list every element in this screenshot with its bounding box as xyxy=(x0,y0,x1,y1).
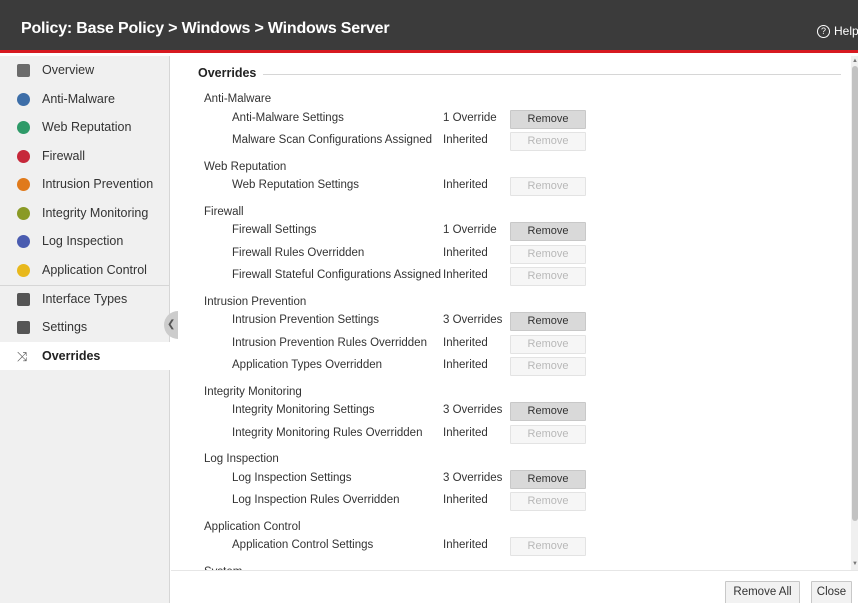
section-title: Overrides xyxy=(198,66,257,80)
scrollbar-thumb[interactable] xyxy=(852,66,858,521)
group-label: Anti-Malware xyxy=(204,93,272,105)
sidebar-item-integrity-monitoring[interactable]: Integrity Monitoring xyxy=(0,199,170,227)
sidebar-item-web-reputation[interactable]: Web Reputation xyxy=(0,113,170,141)
override-status: Inherited xyxy=(443,359,488,371)
sidebar-item-intrusion-prevention[interactable]: Intrusion Prevention xyxy=(0,170,170,198)
sidebar-item-overview[interactable]: Overview xyxy=(0,56,170,84)
remove-override-button[interactable]: Remove xyxy=(510,357,586,376)
remove-override-button[interactable]: Remove xyxy=(510,312,586,331)
override-status: Inherited xyxy=(443,269,488,281)
help-label: Help xyxy=(834,24,858,38)
override-status: 3 Overrides xyxy=(443,471,503,484)
remove-override-button[interactable]: Remove xyxy=(510,132,586,151)
sidebar-item-label: Firewall xyxy=(42,149,86,163)
firewall-icon xyxy=(17,149,30,163)
override-setting-label: Anti-Malware Settings xyxy=(232,111,344,124)
scroll-down-arrow-icon[interactable]: ▼ xyxy=(852,561,858,567)
override-status: Inherited xyxy=(443,426,488,439)
override-setting-label: Integrity Monitoring Settings xyxy=(232,404,375,416)
override-setting-label: Firewall Settings xyxy=(232,224,317,236)
group-label: Web Reputation xyxy=(204,160,287,173)
footer-bar: Remove All Close xyxy=(171,570,858,603)
sidebar-item-label: Application Control xyxy=(42,263,147,277)
sidebar-item-application-control[interactable]: Application Control xyxy=(0,256,170,284)
overrides-panel: Overrides Anti-Malware Anti-Malware Setti… xyxy=(177,56,849,570)
anti-malware-icon xyxy=(17,92,30,106)
overview-icon xyxy=(17,63,30,77)
remove-override-button[interactable]: Remove xyxy=(510,244,586,264)
remove-override-button[interactable]: Remove xyxy=(510,109,586,129)
override-status: Inherited xyxy=(443,246,488,259)
sidebar-item-label: Anti-Malware xyxy=(42,92,115,106)
help-icon: ? xyxy=(817,24,830,38)
integrity-monitoring-icon xyxy=(17,206,30,220)
override-status: 3 Overrides xyxy=(443,404,503,416)
interface-types-icon xyxy=(17,292,30,306)
group-label: Application Control xyxy=(204,520,301,533)
override-status: 1 Override xyxy=(443,111,497,124)
sidebar-item-label: Intrusion Prevention xyxy=(42,177,154,191)
override-status: Inherited xyxy=(443,336,488,349)
sidebar-item-label: Overview xyxy=(42,63,95,77)
remove-override-button[interactable]: Remove xyxy=(510,424,586,444)
sidebar-item-interface-types[interactable]: Interface Types xyxy=(0,285,170,313)
web-reputation-icon xyxy=(17,120,30,134)
sidebar-item-label: Web Reputation xyxy=(42,120,132,134)
remove-all-button[interactable]: Remove All xyxy=(725,581,800,603)
override-setting-label: Intrusion Prevention Rules Overridden xyxy=(232,336,427,349)
log-inspection-icon xyxy=(17,234,30,248)
remove-override-button[interactable]: Remove xyxy=(510,469,586,489)
override-setting-label: Malware Scan Configurations Assigned xyxy=(232,134,433,146)
override-setting-label: Integrity Monitoring Rules Overridden xyxy=(232,426,423,439)
settings-gear-icon xyxy=(17,320,30,334)
overrides-icon: ⤨ xyxy=(17,348,28,364)
sidebar-item-log-inspection[interactable]: Log Inspection xyxy=(0,227,170,255)
override-setting-label: Application Types Overridden xyxy=(232,359,383,371)
override-status: Inherited xyxy=(443,494,488,506)
group-label: Firewall xyxy=(204,205,244,218)
override-status: 1 Override xyxy=(443,224,497,236)
remove-override-button[interactable]: Remove xyxy=(510,267,586,286)
override-setting-label: Intrusion Prevention Settings xyxy=(232,314,380,326)
application-control-icon xyxy=(17,263,30,277)
sidebar-item-label: Integrity Monitoring xyxy=(42,206,149,220)
sidebar-item-label: Log Inspection xyxy=(42,234,124,248)
override-setting-label: Log Inspection Rules Overridden xyxy=(232,494,400,506)
remove-override-button[interactable]: Remove xyxy=(510,222,586,241)
section-divider xyxy=(263,74,841,75)
sidebar-item-overrides[interactable]: ⤨ Overrides xyxy=(0,342,170,370)
sidebar-item-anti-malware[interactable]: Anti-Malware xyxy=(0,85,170,113)
title-bar: Policy: Base Policy > Windows > Windows … xyxy=(0,0,858,53)
override-setting-label: Firewall Rules Overridden xyxy=(232,246,365,259)
page-title: Policy: Base Policy > Windows > Windows … xyxy=(21,20,390,37)
remove-override-button[interactable]: Remove xyxy=(510,177,586,196)
sidebar-item-firewall[interactable]: Firewall xyxy=(0,142,170,170)
sidebar: Overview Anti-Malware Web Reputation Firewa… xyxy=(0,56,170,603)
sidebar-item-label: Settings xyxy=(42,320,88,334)
override-setting-label: Firewall Stateful Configurations Assigne… xyxy=(232,269,442,281)
remove-override-button[interactable]: Remove xyxy=(510,402,586,421)
sidebar-item-label: Interface Types xyxy=(42,292,128,306)
group-label: Integrity Monitoring xyxy=(204,385,302,398)
group-label: Intrusion Prevention xyxy=(204,295,307,308)
override-setting-label: Log Inspection Settings xyxy=(232,471,352,484)
override-setting-label: Web Reputation Settings xyxy=(232,179,360,191)
override-status: Inherited xyxy=(443,179,488,191)
help-link[interactable]: ? Help xyxy=(817,24,858,38)
close-button[interactable]: Close xyxy=(811,581,852,603)
override-status: 3 Overrides xyxy=(443,314,503,326)
intrusion-prevention-icon xyxy=(17,177,30,191)
override-status: Inherited xyxy=(443,539,488,551)
override-status: Inherited xyxy=(443,134,488,146)
sidebar-item-label: Overrides xyxy=(42,349,101,363)
remove-override-button[interactable]: Remove xyxy=(510,492,586,511)
remove-override-button[interactable]: Remove xyxy=(510,537,586,556)
group-label: Log Inspection xyxy=(204,453,279,465)
sidebar-item-settings[interactable]: Settings xyxy=(0,313,170,341)
scroll-up-arrow-icon[interactable]: ▲ xyxy=(852,58,858,64)
remove-override-button[interactable]: Remove xyxy=(510,334,586,354)
override-setting-label: Application Control Settings xyxy=(232,539,374,551)
